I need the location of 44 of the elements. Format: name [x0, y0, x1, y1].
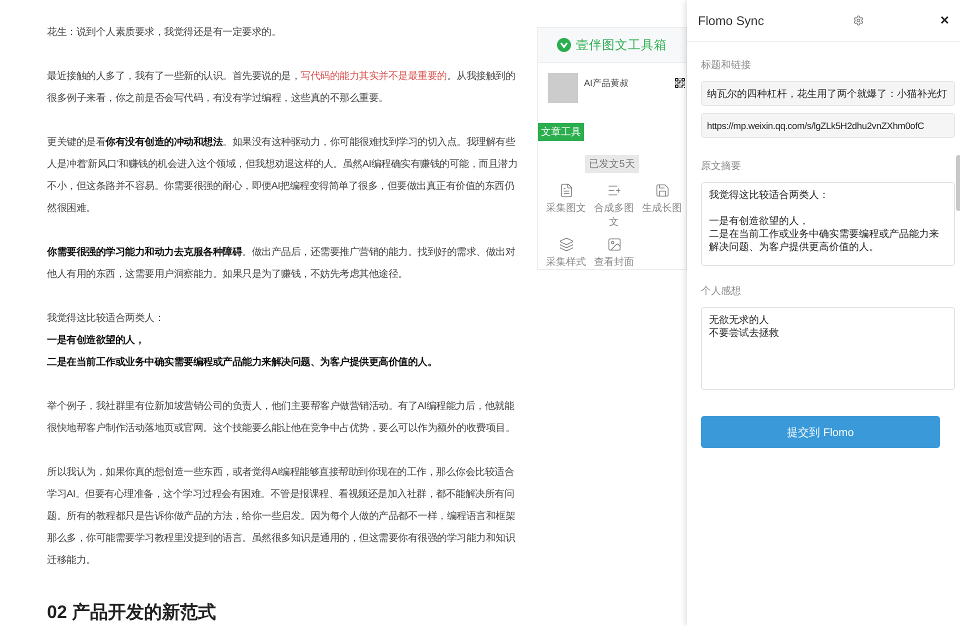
scrollbar-thumb[interactable]: [956, 155, 960, 211]
qr-code-icon[interactable]: [674, 77, 686, 90]
title-field[interactable]: 纳瓦尔的四种杠杆，花生用了两个就爆了：小猫补光灯: [701, 81, 955, 106]
article-paragraph: 更关键的是看你有没有创造的冲动和想法。如果没有这种驱动力，你可能很难找到学习的切入点。我理解有些人是冲着'新风口'和赚钱的机会进入这个领域，但我想劝退这样的人。虽然AI编程确实有赚钱的可能，而且潜力不小，但这条路并不容易。你需要很强的耐心，即便AI把编程变得简单了很多，但要做出真正有价值的东西仍然很困难。: [47, 136, 519, 216]
tool-button[interactable]: 查看封面: [590, 237, 638, 269]
field-label: 原文摘要: [701, 160, 742, 173]
toolbox-title: 壹伴图文工具箱: [576, 36, 667, 54]
summary-textarea[interactable]: 我觉得这比较适合两类人： 一是有创造欲望的人， 二是在当前工作或业务中确实需要编程或产品能力来解决问题、为客户提供更高价值的人。: [701, 182, 955, 266]
tool-button[interactable]: 采集图文: [542, 183, 590, 229]
logo-icon: [557, 38, 571, 52]
tool-icon: [606, 183, 622, 198]
article-line: 我觉得这比较适合两类人：: [47, 312, 165, 326]
panel-title: Flomo Sync: [698, 14, 765, 28]
field-label: 个人感想: [701, 284, 742, 298]
article-paragraph: 最近接触的人多了，我有了一些新的认识。首先要说的是，写代码的能力其实并不是最重要的。从我接触到的很多例子来看，你之前是否会写代码，有没有学过编程，这些真的不那么重要。: [47, 70, 516, 106]
post-age-badge: 已发文5天: [585, 155, 639, 173]
article-paragraph: 举个例子，我社群里有位新加坡营销公司的负责人，他们主要帮客户做营销活动。有了AI编程能力后，他就能很快地帮客户制作活动落地页或官网。这个技能要么能让他在竞争中占优势，要么可以作为额外的收费项目。: [47, 400, 516, 436]
tool-icon: [558, 183, 574, 198]
tool-button[interactable]: 采集样式: [542, 237, 590, 269]
summary-line: 我觉得这比较适合两类人：: [709, 189, 830, 202]
account-name: AI产品黄叔: [584, 77, 630, 90]
article-line: 一是有创造欲望的人，: [47, 334, 146, 348]
thoughts-line: 不要尝试去拯救: [709, 327, 780, 340]
article-paragraph: 花生：说到个人素质要求，我觉得还是有一定要求的。: [47, 26, 282, 40]
settings-icon[interactable]: [853, 15, 864, 26]
tool-icon: [606, 237, 622, 252]
article-paragraph: 所以我认为，如果你真的想创造一些东西，或者觉得AI编程能够直接帮助到你现在的工作，那么你会比较适合学习AI。但要有心理准备，这个学习过程会有困难。不管是报课程、看视频还是加入社群，都不能解决所有问题。所有的教程都只是告诉你做产品的方法，给你一些启发。因为每个人做的产品都不一样，编程语言和框架那么多，你可能需要学习教程里没提到的语言。虽然很多知识是通用的，但这需要你有很强的学习能力和知识迁移能力。: [47, 466, 516, 568]
tool-icon: [558, 237, 574, 252]
summary-line: 二是在当前工作或业务中确实需要编程或产品能力来解决问题、为客户提供更高价值的人。: [709, 228, 940, 254]
article-line: 二是在当前工作或业务中确实需要编程或产品能力来解决问题、为客户提供更高价值的人。: [47, 355, 438, 370]
submit-button[interactable]: 提交到 Flomo: [701, 416, 940, 448]
link-field[interactable]: https://mp.weixin.qq.com/s/lgZLk5H2dhu2vnZXhm0ofC: [701, 113, 955, 138]
tool-button[interactable]: 合成多图文: [590, 183, 638, 229]
summary-line: 一是有创造欲望的人，: [709, 215, 810, 228]
avatar-placeholder: [548, 73, 578, 104]
article-paragraph: 你需要很强的学习能力和动力去克服各种障碍。做出产品后，还需要推广营销的能力。找到好的需求、做出对他人有用的东西，这需要用户洞察能力。如果只是为了赚钱，不妨先考虑其他途径。: [47, 245, 516, 282]
tool-button[interactable]: 生成长图: [638, 183, 686, 229]
tool-icon: [654, 183, 670, 198]
thoughts-line: 无欲无求的人: [709, 314, 770, 327]
section-tag: 文章工具: [538, 123, 584, 141]
thoughts-textarea[interactable]: 无欲无求的人 不要尝试去拯救: [701, 307, 955, 390]
field-label: 标题和链接: [701, 58, 752, 72]
section-heading: 02 产品开发的新范式: [47, 601, 218, 624]
close-button[interactable]: ×: [940, 12, 949, 29]
